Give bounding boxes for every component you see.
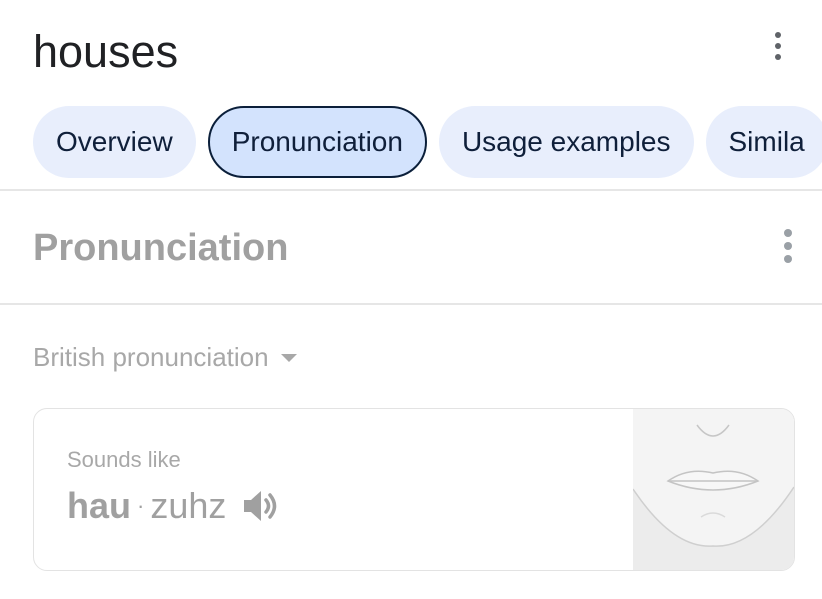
- divider: [0, 189, 822, 191]
- divider: [0, 303, 822, 305]
- section-more-icon[interactable]: [778, 226, 798, 266]
- more-options-icon[interactable]: [768, 26, 788, 66]
- mouth-illustration: [632, 409, 794, 570]
- speaker-icon[interactable]: [240, 486, 280, 526]
- unstressed-syllable: zuhz: [150, 485, 227, 526]
- dropdown-label: British pronunciation: [33, 342, 269, 372]
- page-title: houses: [33, 26, 179, 77]
- phonetic-spelling: hau · zuhz: [67, 485, 280, 527]
- caret-down-icon: [280, 354, 297, 362]
- tab-overview[interactable]: Overview: [33, 106, 196, 178]
- tab-bar: Overview Pronunciation Usage examples Simil…: [33, 106, 822, 178]
- tab-similar[interactable]: Simila: [705, 106, 822, 178]
- section-title: Pronunciation: [33, 227, 289, 269]
- tab-pronunciation[interactable]: Pronunciation: [207, 106, 427, 178]
- sounds-like-label: Sounds like: [67, 447, 181, 472]
- pronunciation-card: Sounds like hau · zuhz: [33, 408, 795, 571]
- syllable-separator: ·: [137, 493, 145, 518]
- pronunciation-dropdown[interactable]: British pronunciation: [33, 340, 297, 374]
- tab-usage-examples[interactable]: Usage examples: [438, 106, 694, 178]
- stressed-syllable: hau: [67, 485, 132, 526]
